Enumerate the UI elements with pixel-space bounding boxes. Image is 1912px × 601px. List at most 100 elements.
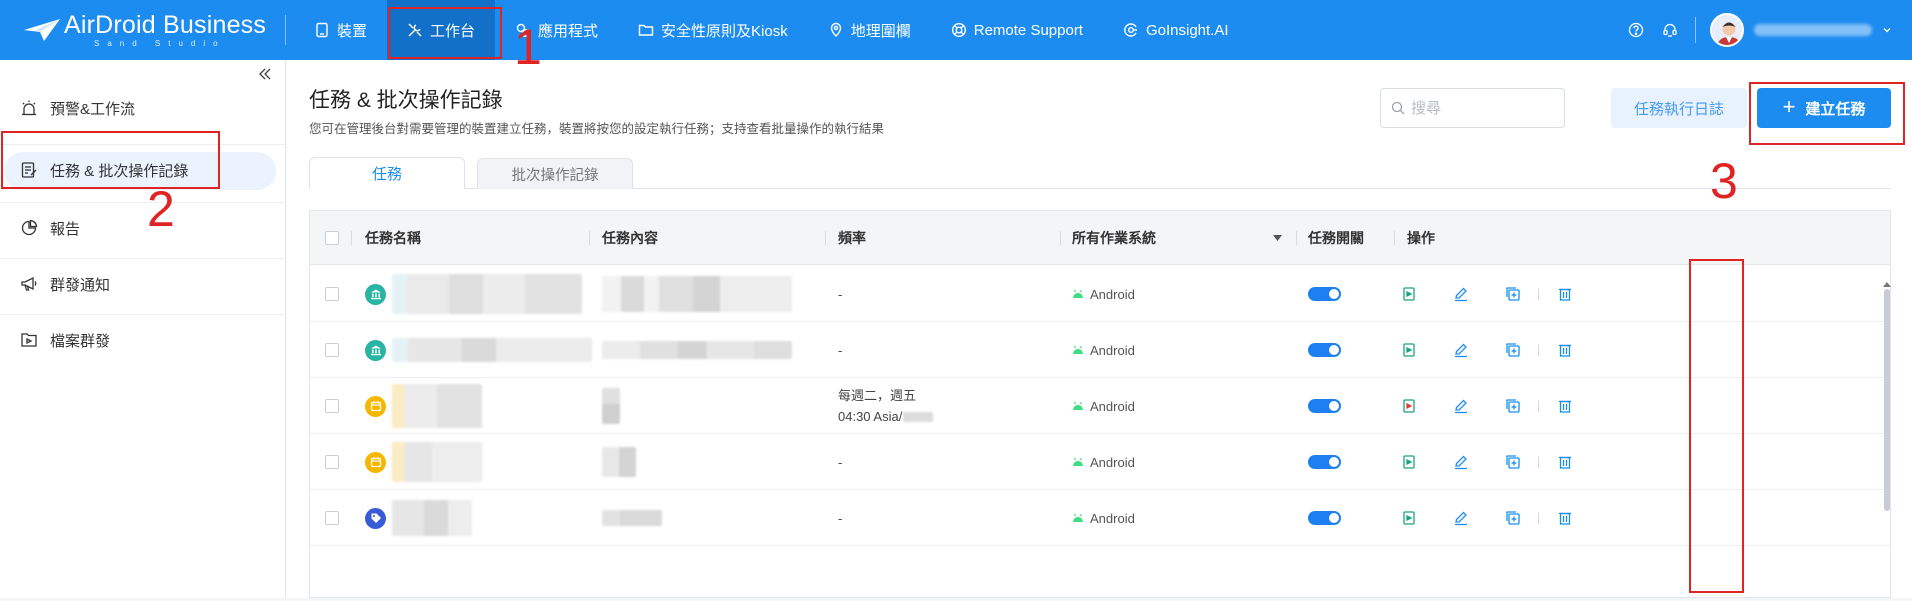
frequency-text: -	[838, 286, 843, 302]
task-name-cell[interactable]	[365, 266, 582, 322]
scrollbar-thumb[interactable]	[1884, 289, 1890, 511]
sidebar-item-label: 預警&工作流	[50, 100, 136, 118]
table-row[interactable]: 每週二，週五 04:30 Asia/ Android	[310, 378, 1890, 434]
bank-icon	[365, 339, 386, 361]
help-icon	[1628, 22, 1644, 38]
run-task-button[interactable]	[1401, 322, 1417, 378]
android-icon	[1073, 401, 1083, 410]
task-content-cell	[602, 490, 662, 546]
edit-task-button[interactable]	[1453, 266, 1469, 322]
sidebar-item-notifications[interactable]: 群發通知	[0, 256, 286, 312]
nav-label: Remote Support	[973, 21, 1083, 39]
table-scrollbar[interactable]	[1883, 281, 1891, 601]
nav-geofence[interactable]: 地理圍欄	[808, 0, 931, 60]
chevron-down-icon[interactable]	[1882, 25, 1892, 35]
calendar-icon	[365, 451, 386, 473]
table-row[interactable]: - Android	[310, 434, 1890, 490]
copy-task-button[interactable]	[1505, 378, 1521, 434]
copy-task-button[interactable]	[1505, 434, 1521, 490]
task-enabled-toggle[interactable]	[1308, 343, 1341, 357]
os-label: Android	[1090, 510, 1135, 526]
edit-task-button[interactable]	[1453, 378, 1469, 434]
table-row[interactable]: - Android	[310, 266, 1890, 322]
main-content: 任務 & 批次操作記錄 您可在管理後台對需要管理的裝置建立任務，裝置將按您的設定…	[287, 60, 1912, 598]
task-name-cell[interactable]	[365, 322, 592, 378]
tab-tasks[interactable]: 任務	[309, 157, 465, 189]
frequency-cell: -	[838, 266, 842, 322]
copy-task-button[interactable]	[1505, 490, 1521, 546]
annotation-number-2: 2	[147, 181, 175, 237]
divider	[1538, 345, 1539, 356]
run-task-button[interactable]	[1401, 378, 1417, 434]
nav-goinsight[interactable]: GoInsight.AI	[1103, 0, 1249, 60]
nav-remote-support[interactable]: Remote Support	[931, 0, 1103, 60]
search-box[interactable]	[1380, 88, 1565, 128]
task-content-redacted	[602, 388, 620, 424]
run-task-button[interactable]	[1401, 490, 1417, 546]
support-button[interactable]	[1653, 22, 1687, 38]
search-input[interactable]	[1411, 99, 1551, 117]
table-row[interactable]: - Android	[310, 490, 1890, 546]
row-checkbox[interactable]	[325, 455, 339, 469]
column-divider	[1394, 231, 1395, 245]
divider	[1695, 17, 1696, 43]
task-enabled-toggle[interactable]	[1308, 399, 1341, 413]
avatar[interactable]	[1710, 13, 1744, 47]
task-name-cell[interactable]	[365, 378, 482, 434]
task-name-cell[interactable]	[365, 434, 482, 490]
delete-task-button[interactable]	[1557, 322, 1573, 378]
trash-icon	[1559, 344, 1571, 357]
edit-icon	[1455, 287, 1467, 302]
dropdown-triangle-icon[interactable]	[1273, 235, 1282, 241]
edit-task-button[interactable]	[1453, 434, 1469, 490]
edit-task-button[interactable]	[1453, 322, 1469, 378]
sidebar-item-label: 任務 & 批次操作記錄	[50, 162, 189, 180]
col-switch[interactable]: 任務開關	[1308, 211, 1364, 265]
page-title: 任務 & 批次操作記錄	[309, 89, 503, 112]
col-task-name[interactable]: 任務名稱	[365, 211, 421, 265]
tab-batch-records[interactable]: 批次操作記錄	[477, 158, 633, 189]
copy-task-button[interactable]	[1505, 322, 1521, 378]
annotation-number-1: 1	[514, 19, 542, 75]
logo-text: AirDroid Business	[64, 10, 267, 39]
select-all-checkbox[interactable]	[325, 231, 339, 245]
help-button[interactable]	[1619, 22, 1653, 38]
row-checkbox[interactable]	[325, 399, 339, 413]
task-content-cell	[602, 434, 636, 490]
run-task-button[interactable]	[1401, 266, 1417, 322]
task-enabled-toggle[interactable]	[1308, 287, 1341, 301]
username-blurred[interactable]	[1754, 24, 1872, 36]
sidebar-item-reports[interactable]: 報告	[0, 200, 286, 256]
col-os[interactable]: 所有作業系統	[1072, 211, 1156, 265]
delete-task-button[interactable]	[1557, 378, 1573, 434]
row-checkbox[interactable]	[325, 511, 339, 525]
delete-task-button[interactable]	[1557, 266, 1573, 322]
col-frequency[interactable]: 頻率	[838, 211, 866, 265]
row-checkbox[interactable]	[325, 343, 339, 357]
logo[interactable]: AirDroid Business Sand Studio	[0, 10, 285, 48]
col-task-content[interactable]: 任務內容	[602, 211, 658, 265]
sidebar-item-file-send[interactable]: 檔案群發	[0, 312, 286, 368]
nav-devices[interactable]: 裝置	[294, 0, 387, 60]
run-task-button[interactable]	[1401, 434, 1417, 490]
lifebuoy-icon	[951, 22, 966, 38]
row-checkbox[interactable]	[325, 287, 339, 301]
megaphone-icon	[21, 276, 37, 291]
task-enabled-toggle[interactable]	[1308, 455, 1341, 469]
delete-task-button[interactable]	[1557, 434, 1573, 490]
trash-icon	[1559, 400, 1571, 413]
task-enabled-toggle[interactable]	[1308, 511, 1341, 525]
delete-task-button[interactable]	[1557, 490, 1573, 546]
task-log-button[interactable]: 任務執行日誌	[1611, 88, 1747, 128]
run-task-icon	[1403, 511, 1415, 525]
scroll-up-icon[interactable]	[1883, 281, 1891, 287]
sidebar-item-alerts-workflow[interactable]: 預警&工作流	[0, 80, 286, 136]
table-row[interactable]: - Android	[310, 322, 1890, 378]
task-content-cell	[602, 322, 792, 378]
copy-task-button[interactable]	[1505, 266, 1521, 322]
nav-label: GoInsight.AI	[1145, 21, 1229, 39]
task-name-cell[interactable]	[365, 490, 472, 546]
nav-security-kiosk[interactable]: 安全性原則及Kiosk	[618, 0, 808, 60]
copy-icon	[1506, 399, 1520, 413]
edit-task-button[interactable]	[1453, 490, 1469, 546]
